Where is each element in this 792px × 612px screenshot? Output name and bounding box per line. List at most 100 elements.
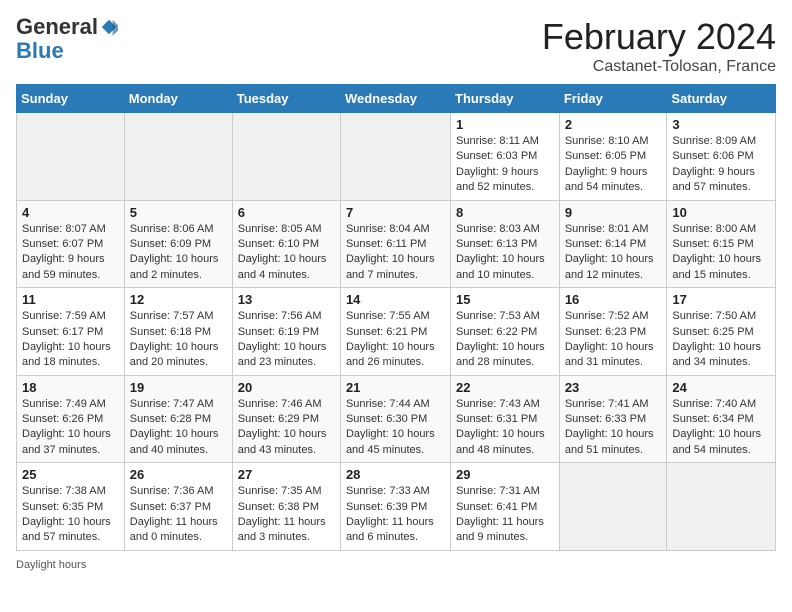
footer-note: Daylight hours [16,559,776,571]
day-number: 18 [22,380,119,395]
weekday-header-friday: Friday [559,85,667,113]
weekday-header-tuesday: Tuesday [232,85,340,113]
calendar-cell: 28Sunrise: 7:33 AMSunset: 6:39 PMDayligh… [340,463,450,551]
weekday-header-row: SundayMondayTuesdayWednesdayThursdayFrid… [17,85,776,113]
day-number: 22 [456,380,554,395]
calendar-cell: 26 Sunrise: 7:36 AMSunset: 6:37 PMDayligh… [124,463,232,551]
day-number: 7 [346,205,445,220]
calendar-cell [559,463,667,551]
main-title: February 2024 [542,16,776,58]
day-info: Sunrise: 8:10 AMSunset: 6:05 PMDaylight:… [565,134,662,196]
weekday-header-saturday: Saturday [667,85,776,113]
day-number: 20 [238,380,335,395]
day-number: 2 [565,117,662,132]
day-info: Sunrise: 8:04 AMSunset: 6:11 PMDaylight:… [346,222,445,284]
day-info: Sunrise: 7:47 AMSunset: 6:28 PMDaylight:… [130,397,227,459]
logo: General Blue [16,16,118,64]
day-info: Sunrise: 7:43 AMSunset: 6:31 PMDaylight:… [456,397,554,459]
day-number: 13 [238,292,335,307]
day-number: 1 [456,117,554,132]
day-info: Sunrise: 8:00 AMSunset: 6:15 PMDaylight:… [672,222,770,284]
calendar-cell: 24Sunrise: 7:40 AMSunset: 6:34 PMDayligh… [667,375,776,463]
day-info: Sunrise: 7:44 AMSunset: 6:30 PMDaylight:… [346,397,445,459]
logo-general-text: General [16,16,98,38]
day-info: Sunrise: 7:31 AMSunset: 6:41 PMDaylight:… [456,484,554,546]
day-number: 26 [130,467,227,482]
day-info: Sunrise: 7:41 AMSunset: 6:33 PMDaylight:… [565,397,662,459]
day-number: 8 [456,205,554,220]
day-info: Sunrise: 8:03 AMSunset: 6:13 PMDaylight:… [456,222,554,284]
calendar-cell: 23 Sunrise: 7:41 AMSunset: 6:33 PMDayligh… [559,375,667,463]
calendar-cell [232,113,340,201]
day-info: Sunrise: 7:50 AMSunset: 6:25 PMDaylight:… [672,309,770,371]
day-number: 15 [456,292,554,307]
day-info: Sunrise: 7:53 AMSunset: 6:22 PMDaylight:… [456,309,554,371]
header: General Blue February 2024 Castanet-Tolo… [16,16,776,76]
day-info: Sunrise: 8:01 AMSunset: 6:14 PMDaylight:… [565,222,662,284]
day-number: 23 [565,380,662,395]
week-row-2: 4Sunrise: 8:07 AMSunset: 6:07 PMDaylight… [17,200,776,288]
calendar-cell: 27 Sunrise: 7:35 AMSunset: 6:38 PMDayligh… [232,463,340,551]
day-info: Sunrise: 8:09 AMSunset: 6:06 PMDaylight:… [672,134,770,196]
logo-blue-text: Blue [16,38,64,63]
weekday-header-monday: Monday [124,85,232,113]
day-info: Sunrise: 8:05 AMSunset: 6:10 PMDaylight:… [238,222,335,284]
day-info: Sunrise: 7:56 AMSunset: 6:19 PMDaylight:… [238,309,335,371]
calendar-cell: 1 Sunrise: 8:11 AMSunset: 6:03 PMDaylight… [451,113,560,201]
calendar-cell [340,113,450,201]
day-number: 17 [672,292,770,307]
calendar-cell: 25Sunrise: 7:38 AMSunset: 6:35 PMDayligh… [17,463,125,551]
subtitle: Castanet-Tolosan, France [542,58,776,76]
calendar-cell: 5Sunrise: 8:06 AMSunset: 6:09 PMDaylight… [124,200,232,288]
day-number: 5 [130,205,227,220]
day-info: Sunrise: 7:52 AMSunset: 6:23 PMDaylight:… [565,309,662,371]
calendar-cell: 2 Sunrise: 8:10 AMSunset: 6:05 PMDaylight… [559,113,667,201]
day-number: 29 [456,467,554,482]
day-info: Sunrise: 8:07 AMSunset: 6:07 PMDaylight:… [22,222,119,284]
weekday-header-sunday: Sunday [17,85,125,113]
calendar-cell: 18 Sunrise: 7:49 AMSunset: 6:26 PMDayligh… [17,375,125,463]
calendar-cell [667,463,776,551]
calendar-cell: 29 Sunrise: 7:31 AMSunset: 6:41 PMDayligh… [451,463,560,551]
day-number: 10 [672,205,770,220]
calendar-cell: 4Sunrise: 8:07 AMSunset: 6:07 PMDaylight… [17,200,125,288]
logo-icon [100,18,118,36]
title-block: February 2024 Castanet-Tolosan, France [542,16,776,76]
day-number: 6 [238,205,335,220]
week-row-4: 18 Sunrise: 7:49 AMSunset: 6:26 PMDayligh… [17,375,776,463]
day-info: Sunrise: 7:36 AMSunset: 6:37 PMDaylight:… [130,484,227,546]
day-info: Sunrise: 7:57 AMSunset: 6:18 PMDaylight:… [130,309,227,371]
day-number: 27 [238,467,335,482]
day-number: 28 [346,467,445,482]
calendar-cell: 14Sunrise: 7:55 AMSunset: 6:21 PMDayligh… [340,288,450,376]
day-number: 9 [565,205,662,220]
calendar-cell: 20Sunrise: 7:46 AMSunset: 6:29 PMDayligh… [232,375,340,463]
calendar-cell: 13 Sunrise: 7:56 AMSunset: 6:19 PMDayligh… [232,288,340,376]
day-info: Sunrise: 7:49 AMSunset: 6:26 PMDaylight:… [22,397,119,459]
day-number: 14 [346,292,445,307]
day-info: Sunrise: 8:11 AMSunset: 6:03 PMDaylight:… [456,134,554,196]
calendar-cell [124,113,232,201]
calendar-cell: 8 Sunrise: 8:03 AMSunset: 6:13 PMDaylight… [451,200,560,288]
calendar-cell: 16 Sunrise: 7:52 AMSunset: 6:23 PMDayligh… [559,288,667,376]
calendar-cell: 9 Sunrise: 8:01 AMSunset: 6:14 PMDaylight… [559,200,667,288]
week-row-3: 11Sunrise: 7:59 AMSunset: 6:17 PMDayligh… [17,288,776,376]
weekday-header-thursday: Thursday [451,85,560,113]
day-number: 19 [130,380,227,395]
day-info: Sunrise: 7:38 AMSunset: 6:35 PMDaylight:… [22,484,119,546]
calendar-cell: 3Sunrise: 8:09 AMSunset: 6:06 PMDaylight… [667,113,776,201]
day-number: 21 [346,380,445,395]
calendar-cell: 10 Sunrise: 8:00 AMSunset: 6:15 PMDayligh… [667,200,776,288]
calendar-cell: 12 Sunrise: 7:57 AMSunset: 6:18 PMDayligh… [124,288,232,376]
calendar-cell: 15 Sunrise: 7:53 AMSunset: 6:22 PMDayligh… [451,288,560,376]
day-info: Sunrise: 7:35 AMSunset: 6:38 PMDaylight:… [238,484,335,546]
week-row-1: 1 Sunrise: 8:11 AMSunset: 6:03 PMDaylight… [17,113,776,201]
day-number: 24 [672,380,770,395]
calendar-cell: 17 Sunrise: 7:50 AMSunset: 6:25 PMDayligh… [667,288,776,376]
day-number: 16 [565,292,662,307]
calendar-cell: 19 Sunrise: 7:47 AMSunset: 6:28 PMDayligh… [124,375,232,463]
day-number: 12 [130,292,227,307]
weekday-header-wednesday: Wednesday [340,85,450,113]
week-row-5: 25Sunrise: 7:38 AMSunset: 6:35 PMDayligh… [17,463,776,551]
calendar-cell: 7 Sunrise: 8:04 AMSunset: 6:11 PMDaylight… [340,200,450,288]
